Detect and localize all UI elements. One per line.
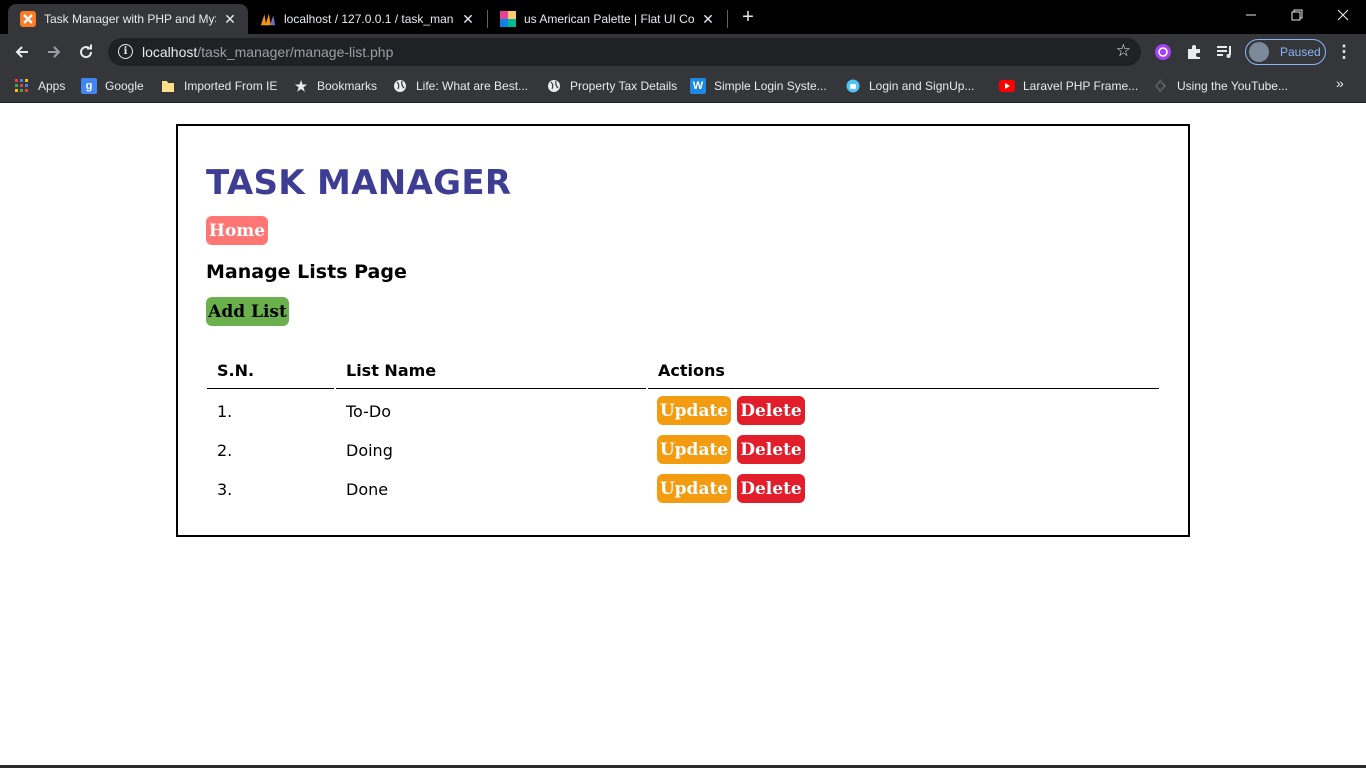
delete-button[interactable]: Delete <box>737 474 805 503</box>
phpmyadmin-icon <box>260 11 276 27</box>
avatar <box>1249 42 1269 62</box>
flatuicolors-icon <box>500 11 516 27</box>
w-icon: W <box>690 78 706 94</box>
update-button[interactable]: Update <box>657 435 731 464</box>
tab-title: us American Palette | Flat UI Colo <box>524 12 694 26</box>
code-icon <box>1153 78 1169 94</box>
column-header-list-name: List Name <box>336 358 646 389</box>
bookmark-property-tax[interactable]: Property Tax Details <box>546 76 677 96</box>
close-tab-icon[interactable]: ✕ <box>222 11 238 27</box>
profile-button[interactable]: Paused <box>1245 39 1326 65</box>
bookmark-youtube-api[interactable]: Using the YouTube... <box>1153 76 1288 96</box>
tab-separator <box>727 10 728 28</box>
close-tab-icon[interactable]: ✕ <box>460 11 476 27</box>
new-tab-button[interactable]: + <box>738 6 758 28</box>
bookmark-imported-from-ie[interactable]: Imported From IE <box>160 76 277 96</box>
row-sn: 2. <box>217 441 233 460</box>
delete-button[interactable]: Delete <box>737 435 805 464</box>
delete-button[interactable]: Delete <box>737 396 805 425</box>
browser-menu-icon[interactable]: ⋮ <box>1336 41 1353 63</box>
bookmark-laravel[interactable]: Laravel PHP Frame... <box>999 76 1138 96</box>
extension-purple-icon[interactable] <box>1153 42 1173 62</box>
add-list-button[interactable]: Add List <box>206 297 289 326</box>
star-icon: ★ <box>294 77 308 94</box>
tab-title: Task Manager with PHP and MyS <box>44 12 216 26</box>
row-list-name: To-Do <box>346 402 392 421</box>
youtube-icon <box>999 78 1015 94</box>
extensions-puzzle-icon[interactable] <box>1184 42 1204 62</box>
row-list-name: Done <box>346 480 389 499</box>
bookmark-login-signup[interactable]: Login and SignUp... <box>845 76 974 96</box>
tab-title: localhost / 127.0.0.1 / task_mana <box>284 12 454 26</box>
update-button[interactable]: Update <box>657 396 731 425</box>
globe-icon <box>392 78 408 94</box>
xampp-icon <box>20 11 36 27</box>
bookmark-bookmarks[interactable]: ★ Bookmarks <box>293 76 377 96</box>
google-icon: g <box>81 78 97 94</box>
tab-phpmyadmin[interactable]: localhost / 127.0.0.1 / task_mana ✕ <box>248 4 486 34</box>
reload-button[interactable] <box>73 39 99 65</box>
close-tab-icon[interactable]: ✕ <box>700 11 716 27</box>
bookmark-simple-login[interactable]: W Simple Login Syste... <box>690 76 827 96</box>
media-controls-icon[interactable] <box>1215 42 1235 62</box>
globe-icon <box>546 78 562 94</box>
more-bookmarks-icon[interactable]: » <box>1336 75 1344 91</box>
apps-grid-icon <box>14 78 30 94</box>
row-sn: 1. <box>217 402 233 421</box>
address-bar[interactable]: i localhost/task_manager/manage-list.php… <box>108 38 1141 66</box>
folder-icon <box>160 78 176 94</box>
bookmark-life[interactable]: Life: What are Best... <box>392 76 528 96</box>
page-heading: Manage Lists Page <box>206 261 407 283</box>
bookmark-google[interactable]: g Google <box>81 76 144 96</box>
restore-button[interactable] <box>1274 0 1320 30</box>
home-button[interactable]: Home <box>206 216 268 245</box>
tab-strip: Task Manager with PHP and MyS ✕ localhos… <box>0 0 1366 34</box>
forward-button[interactable] <box>41 39 67 65</box>
close-window-button[interactable] <box>1320 0 1366 30</box>
minimize-button[interactable] <box>1228 0 1274 30</box>
tab-task-manager[interactable]: Task Manager with PHP and MyS ✕ <box>8 4 248 34</box>
bookmark-star-icon[interactable]: ☆ <box>1116 41 1131 61</box>
tab-flat-ui-colors[interactable]: us American Palette | Flat UI Colo ✕ <box>488 4 726 34</box>
row-sn: 3. <box>217 480 233 499</box>
page-wrapper: TASK MANAGER Home Manage Lists Page Add … <box>176 124 1190 537</box>
update-button[interactable]: Update <box>657 474 731 503</box>
site-info-icon[interactable]: i <box>118 44 133 59</box>
android-icon <box>845 78 861 94</box>
browser-toolbar: i localhost/task_manager/manage-list.php… <box>0 34 1366 70</box>
row-list-name: Doing <box>346 441 393 460</box>
profile-status: Paused <box>1280 45 1321 59</box>
column-header-sn: S.N. <box>207 358 334 389</box>
back-button[interactable] <box>9 39 35 65</box>
app-title: TASK MANAGER <box>206 163 512 203</box>
column-header-actions: Actions <box>648 358 1159 389</box>
url-text[interactable]: localhost/task_manager/manage-list.php <box>142 44 393 60</box>
bookmarks-bar: Apps g Google Imported From IE ★ Bookmar… <box>0 70 1366 103</box>
bookmark-apps[interactable]: Apps <box>14 76 65 96</box>
